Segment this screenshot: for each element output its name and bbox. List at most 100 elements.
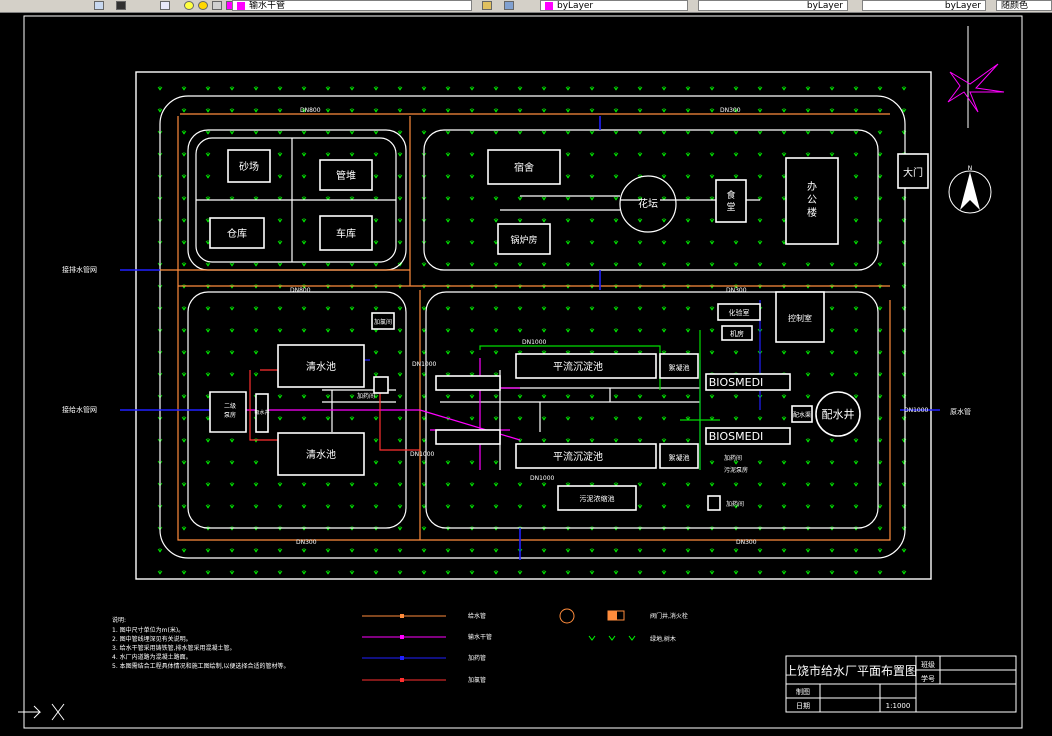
linetype-dropdown[interactable]: byLayer — [698, 0, 848, 11]
ucs-icon — [18, 703, 65, 721]
tree-icon — [661, 174, 667, 179]
tree-icon — [349, 482, 355, 487]
tree-icon — [301, 416, 307, 421]
tree-icon — [253, 108, 259, 113]
layer-previous-icon[interactable] — [116, 1, 126, 10]
tree-icon — [685, 394, 691, 399]
tree-icon — [637, 438, 643, 443]
layer-dropdown[interactable]: 输水干管 — [232, 0, 472, 11]
tree-icon — [373, 240, 379, 245]
linetype-value: byLayer — [806, 1, 843, 11]
tree-icon — [853, 306, 859, 311]
tree-icon — [565, 86, 571, 91]
notes-title: 说明: — [112, 616, 126, 624]
title-block-student: 学号 — [921, 674, 935, 683]
tree-icon — [805, 262, 811, 267]
tree-icon — [685, 504, 691, 509]
gate-label: 大门 — [903, 166, 923, 179]
tree-icon — [397, 174, 403, 179]
make-current-icon[interactable] — [482, 1, 492, 10]
tree-icon — [373, 570, 379, 575]
tree-icon — [901, 548, 907, 553]
tree-icon — [709, 350, 715, 355]
tree-icon — [805, 372, 811, 377]
tree-icon — [373, 218, 379, 223]
tree-icon — [229, 306, 235, 311]
tree-icon — [469, 152, 475, 157]
tree-icon — [445, 306, 451, 311]
control-room-label: 控制室 — [788, 313, 812, 323]
pipe-label-dn1000-d: DN1000 — [530, 475, 555, 482]
biosmedi-2-label: BIOSMEDI — [709, 430, 764, 443]
tree-icon — [493, 350, 499, 355]
small-1-label: 加药间 — [724, 454, 742, 462]
tree-icon — [517, 394, 523, 399]
tree-icon — [661, 218, 667, 223]
tree-icon — [397, 548, 403, 553]
tree-icon — [877, 130, 883, 135]
filter-bank-2 — [435, 429, 501, 445]
tree-icon — [685, 548, 691, 553]
tree-icon — [469, 328, 475, 333]
tree-icon — [301, 306, 307, 311]
tree-icon — [685, 438, 691, 443]
layer-state-icon[interactable] — [160, 1, 170, 10]
tree-icon — [277, 482, 283, 487]
tree-icon — [805, 460, 811, 465]
tree-icon — [805, 394, 811, 399]
garage-label: 车库 — [336, 227, 356, 240]
tree-icon — [757, 416, 763, 421]
color-dropdown[interactable]: byLayer — [540, 0, 688, 11]
pipe-label-dn800-mid: DN800 — [290, 287, 311, 294]
tree-icon — [781, 548, 787, 553]
canteen-label-1: 食 — [726, 189, 735, 201]
tree-icon — [301, 548, 307, 553]
tree-icon — [445, 482, 451, 487]
tree-icon — [469, 570, 475, 575]
tree-icon — [181, 372, 187, 377]
tree-icon — [373, 108, 379, 113]
lineweight-dropdown[interactable]: byLayer — [862, 0, 986, 11]
tree-icon — [349, 570, 355, 575]
tree-icon — [181, 394, 187, 399]
tree-icon — [757, 262, 763, 267]
title-block-draw: 制图 — [796, 687, 810, 696]
tree-icon — [205, 262, 211, 267]
plotstyle-dropdown[interactable]: 随颜色 — [996, 0, 1052, 11]
tree-icon — [661, 416, 667, 421]
tree-icon — [301, 240, 307, 245]
tree-icon — [397, 460, 403, 465]
layer-manager-icon[interactable] — [94, 1, 104, 10]
tree-icon — [397, 130, 403, 135]
tree-icon — [781, 108, 787, 113]
tree-icon — [685, 240, 691, 245]
tree-icon — [181, 526, 187, 531]
north-pointer-icon — [960, 172, 980, 210]
tree-icon — [565, 548, 571, 553]
tree-icon — [181, 416, 187, 421]
tree-icon — [373, 350, 379, 355]
sand-field-label: 砂场 — [239, 160, 259, 173]
clear-pool-2-label: 清水池 — [306, 448, 336, 461]
tree-icon — [781, 570, 787, 575]
layer-name: 输水干管 — [249, 1, 286, 11]
tree-icon — [277, 570, 283, 575]
tree-icon — [517, 416, 523, 421]
tree-icon — [469, 108, 475, 113]
tree-icon — [853, 328, 859, 333]
tree-icon — [829, 548, 835, 553]
tree-icon — [493, 262, 499, 267]
tree-icon — [757, 152, 763, 157]
tree-icon — [661, 504, 667, 509]
clear-pool-1-label: 清水池 — [306, 360, 336, 373]
tree-icon — [469, 86, 475, 91]
tree-icon — [877, 108, 883, 113]
drawing-canvas[interactable]: 砂场 管堆 仓库 车库 宿舍 锅炉房 花坛 食堂 办公楼 大门 加氯间 清水池 … — [0, 12, 1052, 736]
tree-icon — [565, 218, 571, 223]
tree-icon — [565, 306, 571, 311]
dosing-house-1-label: 加氯间 — [374, 318, 392, 326]
layer-stack-icon[interactable] — [504, 1, 514, 10]
tree-icon — [493, 460, 499, 465]
tree-icon — [253, 570, 259, 575]
tree-icon — [253, 482, 259, 487]
